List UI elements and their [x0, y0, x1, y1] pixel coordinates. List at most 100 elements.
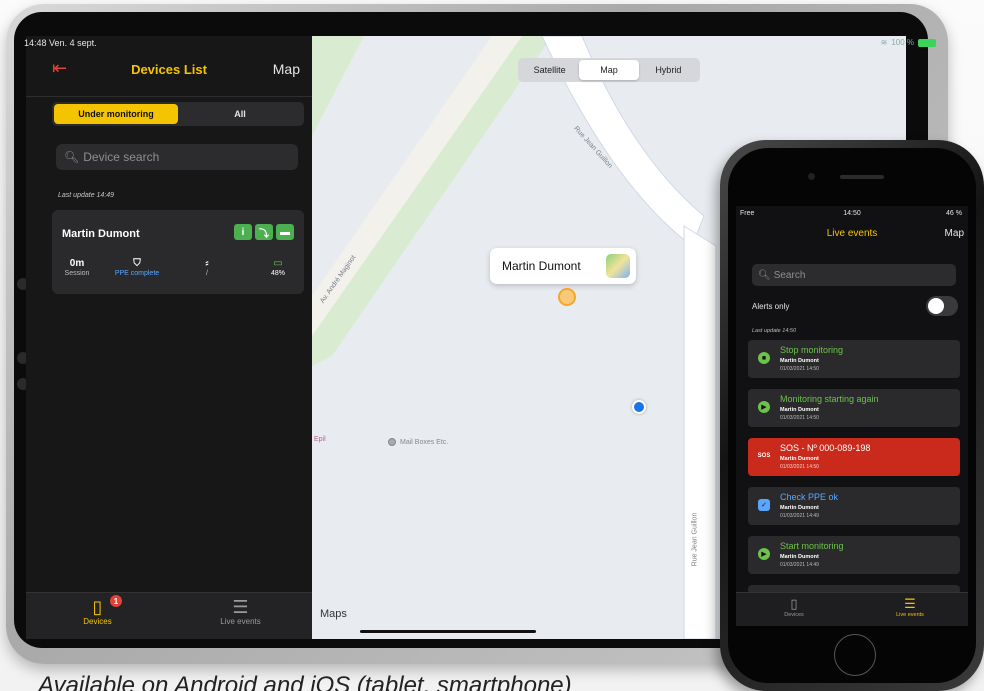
- segment-hybrid[interactable]: Hybrid: [639, 60, 698, 80]
- shield-icon: ⛉: [133, 258, 141, 269]
- person-status-icon: i: [234, 224, 252, 240]
- play-icon: ▶: [758, 401, 770, 413]
- segment-all[interactable]: All: [178, 104, 302, 124]
- sos-icon: SOS: [757, 453, 771, 459]
- alerts-only-toggle[interactable]: [926, 296, 958, 316]
- apple-maps-attribution: Maps: [320, 608, 347, 620]
- header-divider: [26, 96, 312, 97]
- battery-icon: ▭: [273, 258, 283, 269]
- devices-list-title: Devices List: [131, 62, 207, 77]
- attribution-text: Maps: [320, 608, 347, 620]
- fall-value: /: [206, 270, 208, 277]
- device-card[interactable]: Martin Dumont i ⤵ ▬ 0m Session ⛉ PPE com…: [52, 210, 304, 294]
- segment-map[interactable]: Map: [579, 60, 639, 80]
- user-pin-icon[interactable]: [558, 288, 576, 306]
- tab-live-events-label: Live events: [220, 617, 261, 626]
- event-date: 01/03/2021 14:50: [780, 464, 819, 470]
- tab-devices[interactable]: ▯ Devices: [736, 596, 852, 618]
- showcase-stage: ⇤ Devices List Map Under monitoring All …: [0, 0, 984, 691]
- event-title: Start monitoring: [780, 541, 844, 551]
- ppe-label: PPE complete: [114, 270, 160, 277]
- event-item[interactable]: ■ Stop monitoring Martin Dumont 01/03/20…: [748, 340, 960, 378]
- avenue-road: [312, 36, 522, 336]
- session-label: Session: [64, 270, 90, 277]
- tab-live-events[interactable]: ☰ Live events: [169, 597, 312, 626]
- fall-icon: ⸗: [205, 258, 209, 269]
- phone-icon: ▯: [92, 597, 103, 617]
- iphone-tab-bar: ▯ Devices ☰ Live events: [736, 592, 968, 626]
- home-button[interactable]: [834, 634, 876, 676]
- event-title: Stop monitoring: [780, 345, 844, 355]
- monitoring-segmented-control: Under monitoring All: [52, 102, 304, 126]
- fall-status-icon: ⤵: [255, 224, 273, 240]
- ipad-status-time: 14:48 Ven. 4 sept.: [24, 38, 97, 48]
- park-area: [312, 36, 364, 136]
- iphone-last-update: Last update 14:50: [752, 328, 797, 334]
- status-battery: 100 %: [891, 38, 914, 47]
- tab-devices-label: Devices: [784, 612, 804, 618]
- iphone-map-button[interactable]: Map: [945, 228, 964, 239]
- alerts-only-label: Alerts only: [752, 302, 790, 311]
- event-search-input[interactable]: 🔍︎ Search: [752, 264, 956, 286]
- availability-caption: Available on Android and iOS (tablet, sm…: [38, 672, 572, 691]
- play-icon: ▶: [758, 548, 770, 560]
- poi-marker[interactable]: Mail Boxes Etc.: [388, 438, 448, 446]
- battery-value: 48%: [270, 270, 285, 277]
- device-search-placeholder: Device search: [83, 150, 160, 164]
- list-icon: ☰: [904, 596, 916, 611]
- callout-name: Martin Dumont: [502, 259, 581, 273]
- toggle-knob: [928, 298, 944, 314]
- list-icon: ☰: [232, 597, 249, 617]
- event-search-placeholder: Search: [773, 269, 806, 281]
- device-search-input[interactable]: 🔍︎ Device search: [56, 144, 298, 170]
- phone-icon: ▯: [790, 596, 798, 611]
- ipad-status-right: ≋ 100 %: [881, 38, 936, 47]
- map-button[interactable]: Map: [273, 61, 300, 77]
- tab-devices-label: Devices: [83, 617, 112, 626]
- event-person: Martin Dumont: [780, 554, 819, 560]
- status-date: Ven. 4 sept.: [49, 38, 97, 48]
- event-person: Martin Dumont: [780, 407, 819, 413]
- map-type-segmented-control: Satellite Map Hybrid: [518, 58, 700, 82]
- current-location-icon: [632, 400, 646, 414]
- tab-live-events[interactable]: ☰ Live events: [852, 596, 968, 618]
- last-update-label: Last update 14:49: [58, 192, 115, 199]
- fall-stat: ⸗ /: [192, 258, 222, 277]
- park-area: [312, 36, 552, 366]
- maps-app-icon[interactable]: [606, 254, 630, 278]
- event-date: 01/03/2021 14:50: [780, 366, 819, 372]
- event-item[interactable]: ▶ Start monitoring Martin Dumont 01/03/2…: [748, 536, 960, 574]
- ppe-stat: ⛉ PPE complete: [102, 258, 172, 277]
- shield-check-icon: ✓: [758, 499, 770, 511]
- event-date: 01/03/2021 14:49: [780, 513, 819, 519]
- devices-badge: 1: [110, 595, 122, 607]
- search-icon: 🔍︎: [758, 269, 771, 281]
- iphone-battery: 46 %: [946, 210, 962, 217]
- device-name: Martin Dumont: [62, 228, 140, 240]
- event-title: SOS - Nº 000-089-198: [780, 443, 871, 453]
- wifi-icon: ≋: [880, 38, 888, 47]
- session-value: 0m: [69, 258, 85, 269]
- device-status-icons: i ⤵ ▬: [234, 224, 294, 240]
- street-label: Rue Jean Guillon: [691, 512, 699, 567]
- iphone-screen: Free 14:50 46 % Live events Map 🔍︎ Searc…: [736, 206, 968, 626]
- poi-icon: [388, 438, 396, 446]
- event-item[interactable]: ▶ Monitoring starting again Martin Dumon…: [748, 389, 960, 427]
- segment-satellite[interactable]: Satellite: [520, 60, 579, 80]
- event-person: Martin Dumont: [780, 358, 819, 364]
- lying-status-icon: ▬: [276, 224, 294, 240]
- ipad-tab-bar: ▯ Devices 1 ☰ Live events: [26, 592, 312, 639]
- map-callout[interactable]: Martin Dumont: [490, 248, 636, 284]
- event-date: 01/03/2021 14:49: [780, 562, 819, 568]
- event-item[interactable]: ✓ Check PPE ok Martin Dumont 01/03/2021 …: [748, 487, 960, 525]
- event-person: Martin Dumont: [780, 456, 819, 462]
- event-title: Check PPE ok: [780, 492, 839, 502]
- event-item-sos[interactable]: SOS SOS - Nº 000-089-198 Martin Dumont 0…: [748, 438, 960, 476]
- event-date: 01/03/2021 14:50: [780, 415, 819, 421]
- segment-under-monitoring[interactable]: Under monitoring: [54, 104, 178, 124]
- tab-devices[interactable]: ▯ Devices: [26, 597, 169, 626]
- front-camera-icon: [808, 173, 815, 180]
- search-icon: 🔍︎: [64, 150, 80, 164]
- iphone-time: 14:50: [843, 210, 861, 217]
- session-stat: 0m Session: [62, 258, 92, 277]
